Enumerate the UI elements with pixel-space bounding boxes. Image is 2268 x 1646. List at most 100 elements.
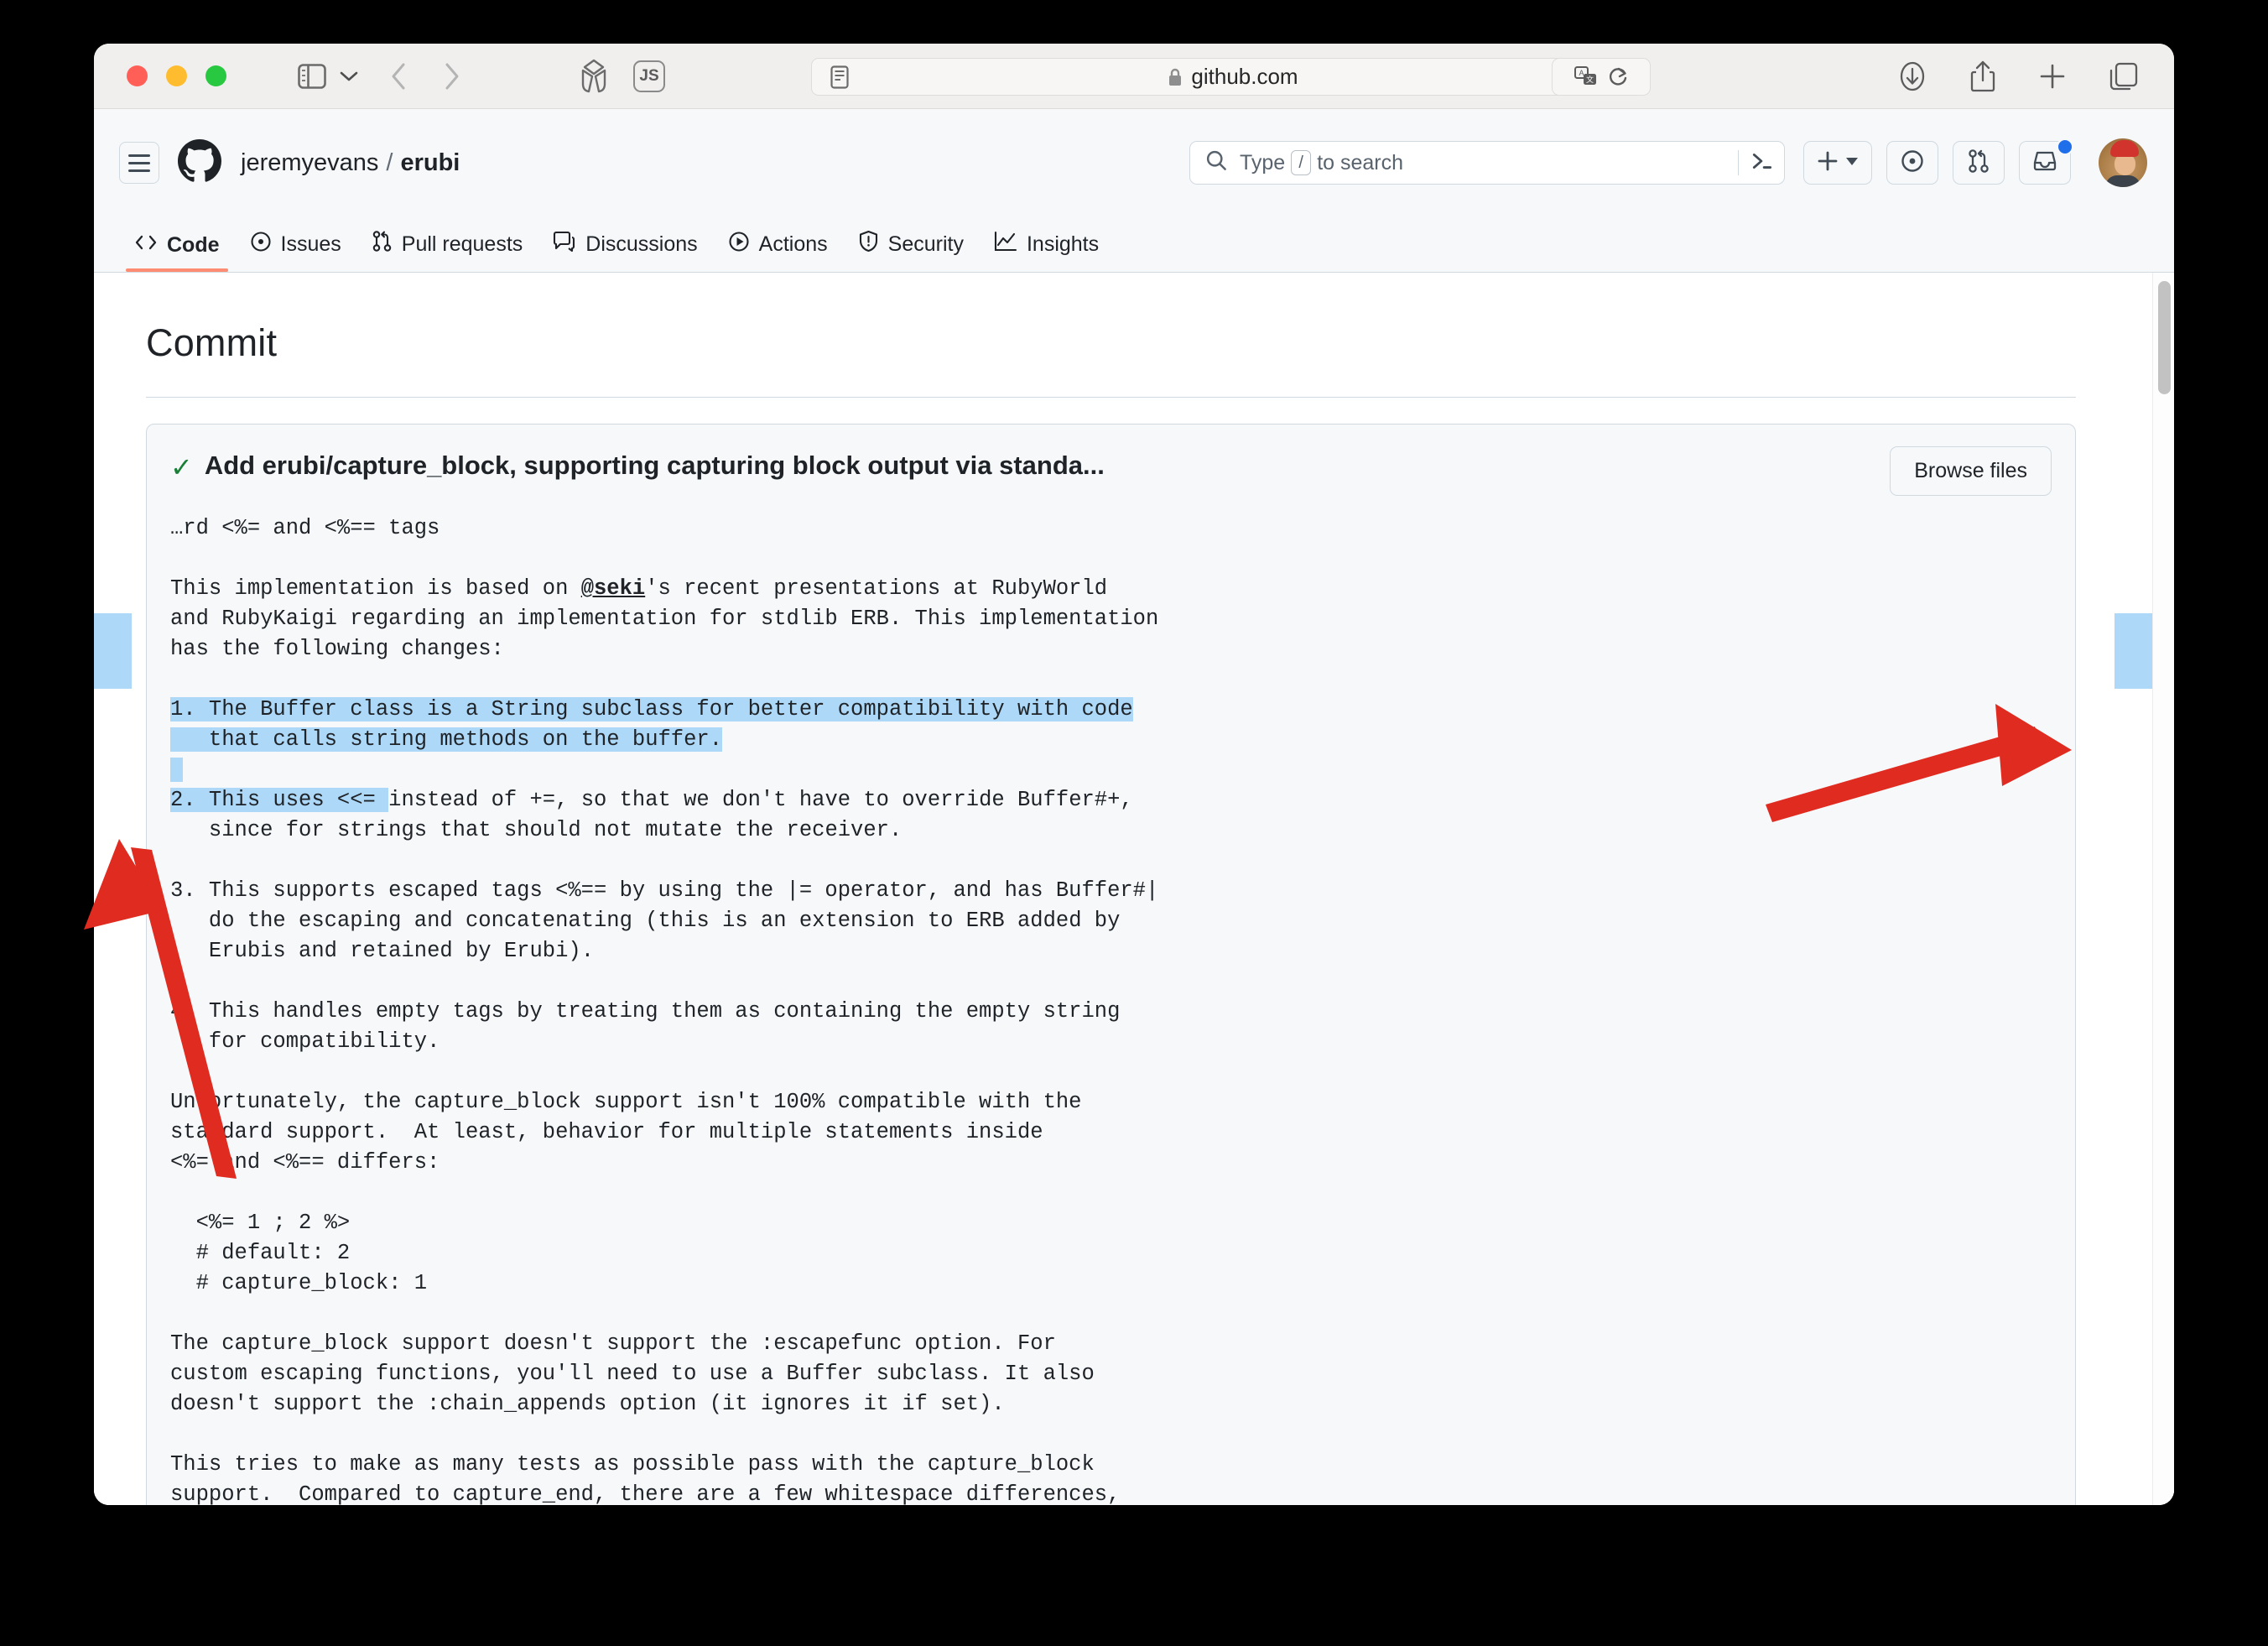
svg-text:A: A bbox=[1579, 69, 1584, 77]
tab-pull-requests[interactable]: Pull requests bbox=[356, 230, 538, 272]
commit-message-line: Erubis and retained by Erubi). bbox=[170, 939, 594, 963]
commit-header: ✓ Add erubi/capture_block, supporting ca… bbox=[147, 425, 2075, 496]
tab-issues-label: Issues bbox=[280, 232, 341, 256]
tab-security[interactable]: Security bbox=[843, 230, 979, 272]
tab-issues[interactable]: Issues bbox=[235, 231, 356, 272]
plus-icon[interactable] bbox=[2038, 62, 2067, 91]
commit-message-line: # default: 2 bbox=[170, 1241, 351, 1265]
tab-insights-label: Insights bbox=[1026, 232, 1100, 256]
hamburger-line bbox=[128, 161, 150, 164]
chevron-down-icon[interactable] bbox=[340, 70, 358, 82]
tab-actions-label: Actions bbox=[758, 232, 828, 256]
avatar-shirt bbox=[2105, 175, 2141, 187]
notifications-inbox-button[interactable] bbox=[2019, 138, 2073, 185]
browser-toolbar-right bbox=[1897, 44, 2139, 109]
check-icon: ✓ bbox=[170, 452, 193, 482]
selection-highlight bbox=[170, 758, 184, 782]
commit-message-line bbox=[170, 544, 2052, 574]
commit-message-line bbox=[170, 1178, 2052, 1208]
left-edge-selection-block bbox=[94, 613, 132, 689]
share-icon[interactable] bbox=[1969, 60, 1996, 93]
reload-icon[interactable] bbox=[1607, 65, 1629, 89]
commit-message-line: Unfortunately, the capture_block support… bbox=[170, 1090, 1082, 1114]
commit-message-line: support. Compared to capture_end, there … bbox=[170, 1482, 1121, 1505]
search-placeholder-suffix: to search bbox=[1317, 150, 1404, 174]
breadcrumb-owner[interactable]: jeremyevans bbox=[241, 149, 378, 176]
chevron-left-icon[interactable] bbox=[390, 62, 407, 91]
commit-message-line: custom escaping functions, you'll need t… bbox=[170, 1362, 1095, 1386]
commit-title: Add erubi/capture_block, supporting capt… bbox=[204, 451, 1105, 480]
issue-opened-icon bbox=[1900, 148, 1925, 178]
git-pull-request-icon bbox=[1967, 148, 1990, 178]
pull-requests-button[interactable] bbox=[1953, 141, 2005, 185]
terminal-icon[interactable] bbox=[1750, 150, 1774, 176]
page-title: Commit bbox=[146, 321, 278, 364]
chevron-right-icon[interactable] bbox=[444, 62, 460, 91]
title-divider bbox=[146, 397, 2076, 398]
hamburger-line bbox=[128, 169, 150, 172]
create-new-button[interactable] bbox=[1803, 141, 1872, 185]
commit-message-line: has the following changes: bbox=[170, 637, 504, 661]
search-key-hint: / bbox=[1291, 150, 1312, 175]
selection-highlight: that calls string methods on the buffer. bbox=[170, 727, 723, 752]
browser-toolbar: JS github.com A文 bbox=[94, 44, 2174, 109]
content-container: Commit ✓ Add erubi/capture_block, suppor… bbox=[94, 321, 2111, 1505]
main-content: Commit ✓ Add erubi/capture_block, suppor… bbox=[94, 273, 2174, 1505]
download-icon[interactable] bbox=[1897, 60, 1927, 92]
cube-icon[interactable] bbox=[578, 59, 610, 94]
comment-discussion-icon bbox=[553, 231, 576, 258]
commit-message-line: 1. The Buffer class is a String subclass… bbox=[170, 695, 2052, 725]
tab-actions[interactable]: Actions bbox=[713, 231, 843, 272]
user-mention-link[interactable]: @seki bbox=[581, 576, 646, 601]
javascript-badge-icon[interactable]: JS bbox=[633, 60, 665, 92]
header-actions bbox=[1803, 138, 2147, 187]
commit-message-line: for compatibility. bbox=[170, 1029, 440, 1054]
browser-window: JS github.com A文 jeremyevans / erubi Typ… bbox=[94, 44, 2174, 1505]
translate-icon[interactable]: A文 bbox=[1574, 65, 1599, 90]
commit-message-line: and RubyKaigi regarding an implementatio… bbox=[170, 607, 1159, 631]
sidebar-icon[interactable] bbox=[298, 63, 326, 89]
commit-message-line: This tries to make as many tests as poss… bbox=[170, 1452, 1095, 1477]
tab-code[interactable]: Code bbox=[119, 232, 235, 272]
breadcrumb-repo[interactable]: erubi bbox=[400, 149, 460, 176]
breadcrumb: jeremyevans / erubi bbox=[241, 149, 460, 177]
notification-badge bbox=[2057, 138, 2073, 155]
avatar[interactable] bbox=[2099, 138, 2147, 187]
commit-message-line: <%= and <%== differs: bbox=[170, 1150, 440, 1175]
right-edge-selection-block bbox=[2115, 613, 2152, 689]
hamburger-menu-button[interactable] bbox=[119, 142, 159, 184]
page-scrollbar[interactable] bbox=[2152, 273, 2174, 1505]
commit-message-line: 2. This uses <<= instead of +=, so that … bbox=[170, 788, 1133, 812]
commit-message-line: standard support. At least, behavior for… bbox=[170, 1120, 1043, 1144]
issues-button[interactable] bbox=[1886, 141, 1938, 185]
github-page: jeremyevans / erubi Type / to search Cod… bbox=[94, 109, 2174, 1505]
tab-insights[interactable]: Insights bbox=[979, 231, 1114, 272]
address-url-text: github.com bbox=[1191, 64, 1298, 89]
address-url-group: github.com bbox=[819, 64, 1647, 90]
tabs-icon[interactable] bbox=[2109, 61, 2139, 91]
commit-message-line bbox=[170, 1419, 2052, 1450]
commit-message-line: doesn't support the :chain_appends optio… bbox=[170, 1392, 1005, 1416]
address-bar[interactable]: github.com bbox=[811, 58, 1648, 96]
svg-text:文: 文 bbox=[1586, 75, 1594, 84]
github-logo-icon[interactable] bbox=[178, 138, 221, 187]
commit-message-body: …rd <%= and <%== tags This implementatio… bbox=[147, 496, 2075, 1505]
avatar-hat bbox=[2110, 140, 2139, 157]
code-icon bbox=[134, 232, 158, 258]
window-traffic-lights bbox=[127, 65, 226, 86]
search-icon bbox=[1205, 149, 1228, 176]
search-input[interactable]: Type / to search bbox=[1189, 141, 1785, 185]
browse-files-button[interactable]: Browse files bbox=[1890, 446, 2052, 496]
selection-highlight: 1. The Buffer class is a String subclass… bbox=[170, 697, 1133, 721]
search-placeholder-prefix: Type bbox=[1240, 150, 1286, 174]
tab-security-label: Security bbox=[887, 232, 964, 256]
commit-message-line: 4. This handles empty tags by treating t… bbox=[170, 999, 1121, 1024]
zoom-button[interactable] bbox=[205, 65, 226, 86]
page-scrollbar-thumb[interactable] bbox=[2158, 281, 2171, 394]
git-pull-request-icon bbox=[372, 230, 393, 258]
github-header-top: jeremyevans / erubi Type / to search bbox=[94, 109, 2174, 216]
close-button[interactable] bbox=[127, 65, 148, 86]
commit-message-line bbox=[170, 966, 2052, 997]
tab-discussions[interactable]: Discussions bbox=[538, 231, 712, 272]
minimize-button[interactable] bbox=[166, 65, 187, 86]
